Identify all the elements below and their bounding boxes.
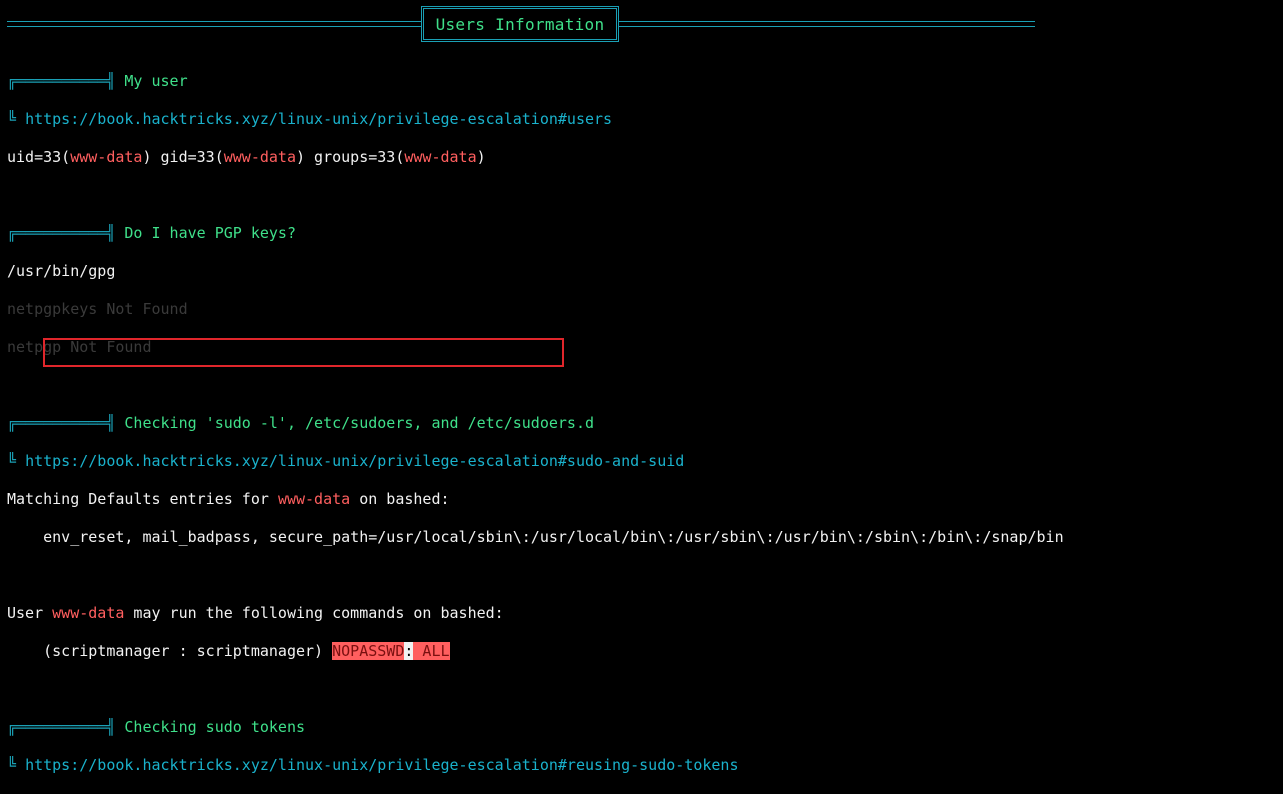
tokens-link-line: ╚ https://book.hacktricks.xyz/linux-unix…	[7, 756, 1283, 775]
username-highlight: www-data	[277, 490, 351, 508]
pgp-netpgpkeys-not-found: netpgpkeys Not Found	[7, 300, 188, 318]
my-user-link-line: ╚ https://book.hacktricks.xyz/linux-unix…	[7, 110, 1283, 129]
heading-text: My user	[124, 72, 188, 90]
hacktricks-sudo-link[interactable]: https://book.hacktricks.xyz/linux-unix/p…	[25, 452, 684, 470]
annotation-highlight-box	[43, 338, 564, 367]
link-corner-glyph: ╚	[7, 452, 26, 470]
pgp-gpg-path: /usr/bin/gpg	[7, 262, 116, 280]
sudo-heading: ╔══════════╣ Checking 'sudo -l', /etc/su…	[7, 414, 1283, 433]
banner-title: Users Information	[435, 14, 605, 34]
section-banner: Users Information	[421, 6, 619, 42]
username-highlight: www-data	[404, 148, 477, 166]
heading-box-glyph: ╔══════════╣	[7, 718, 125, 736]
heading-box-glyph: ╔══════════╣	[7, 224, 125, 242]
heading-text: Do I have PGP keys?	[124, 224, 296, 242]
username-highlight: www-data	[70, 148, 143, 166]
all-highlight: ALL	[413, 642, 450, 660]
my-user-heading: ╔══════════╣ My user	[7, 72, 1283, 91]
link-corner-glyph: ╚	[7, 110, 26, 128]
sudo-link-line: ╚ https://book.hacktricks.xyz/linux-unix…	[7, 452, 1283, 471]
heading-box-glyph: ╔══════════╣	[7, 72, 125, 90]
link-corner-glyph: ╚	[7, 756, 26, 774]
sudo-defaults-header: Matching Defaults entries for www-data o…	[7, 490, 450, 508]
banner-rule-right	[619, 21, 1035, 27]
username-highlight: www-data	[223, 148, 296, 166]
terminal-output[interactable]: ╔══════════╣ My user ╚ https://book.hack…	[7, 53, 1283, 794]
heading-text: Checking sudo tokens	[124, 718, 306, 736]
hacktricks-sudo-tokens-link[interactable]: https://book.hacktricks.xyz/linux-unix/p…	[25, 756, 738, 774]
tokens-heading: ╔══════════╣ Checking sudo tokens	[7, 718, 1283, 737]
username-highlight: www-data	[52, 604, 125, 622]
sudo-defaults-values: env_reset, mail_badpass, secure_path=/us…	[7, 528, 1064, 546]
heading-text: Checking 'sudo -l', /etc/sudoers, and /e…	[124, 414, 595, 432]
nopasswd-highlight: NOPASSWD	[332, 642, 405, 660]
pgp-heading: ╔══════════╣ Do I have PGP keys?	[7, 224, 1283, 243]
hacktricks-users-link[interactable]: https://book.hacktricks.xyz/linux-unix/p…	[25, 110, 612, 128]
id-output: uid=33(www-data) gid=33(www-data) groups…	[7, 148, 486, 166]
sudo-command-entry: (scriptmanager : scriptmanager) NOPASSWD…	[7, 642, 1283, 661]
sudo-run-header: User www-data may run the following comm…	[7, 604, 504, 622]
heading-box-glyph: ╔══════════╣	[7, 414, 125, 432]
runas-spec: (scriptmanager : scriptmanager)	[43, 642, 333, 660]
banner-rule-left	[7, 21, 421, 27]
